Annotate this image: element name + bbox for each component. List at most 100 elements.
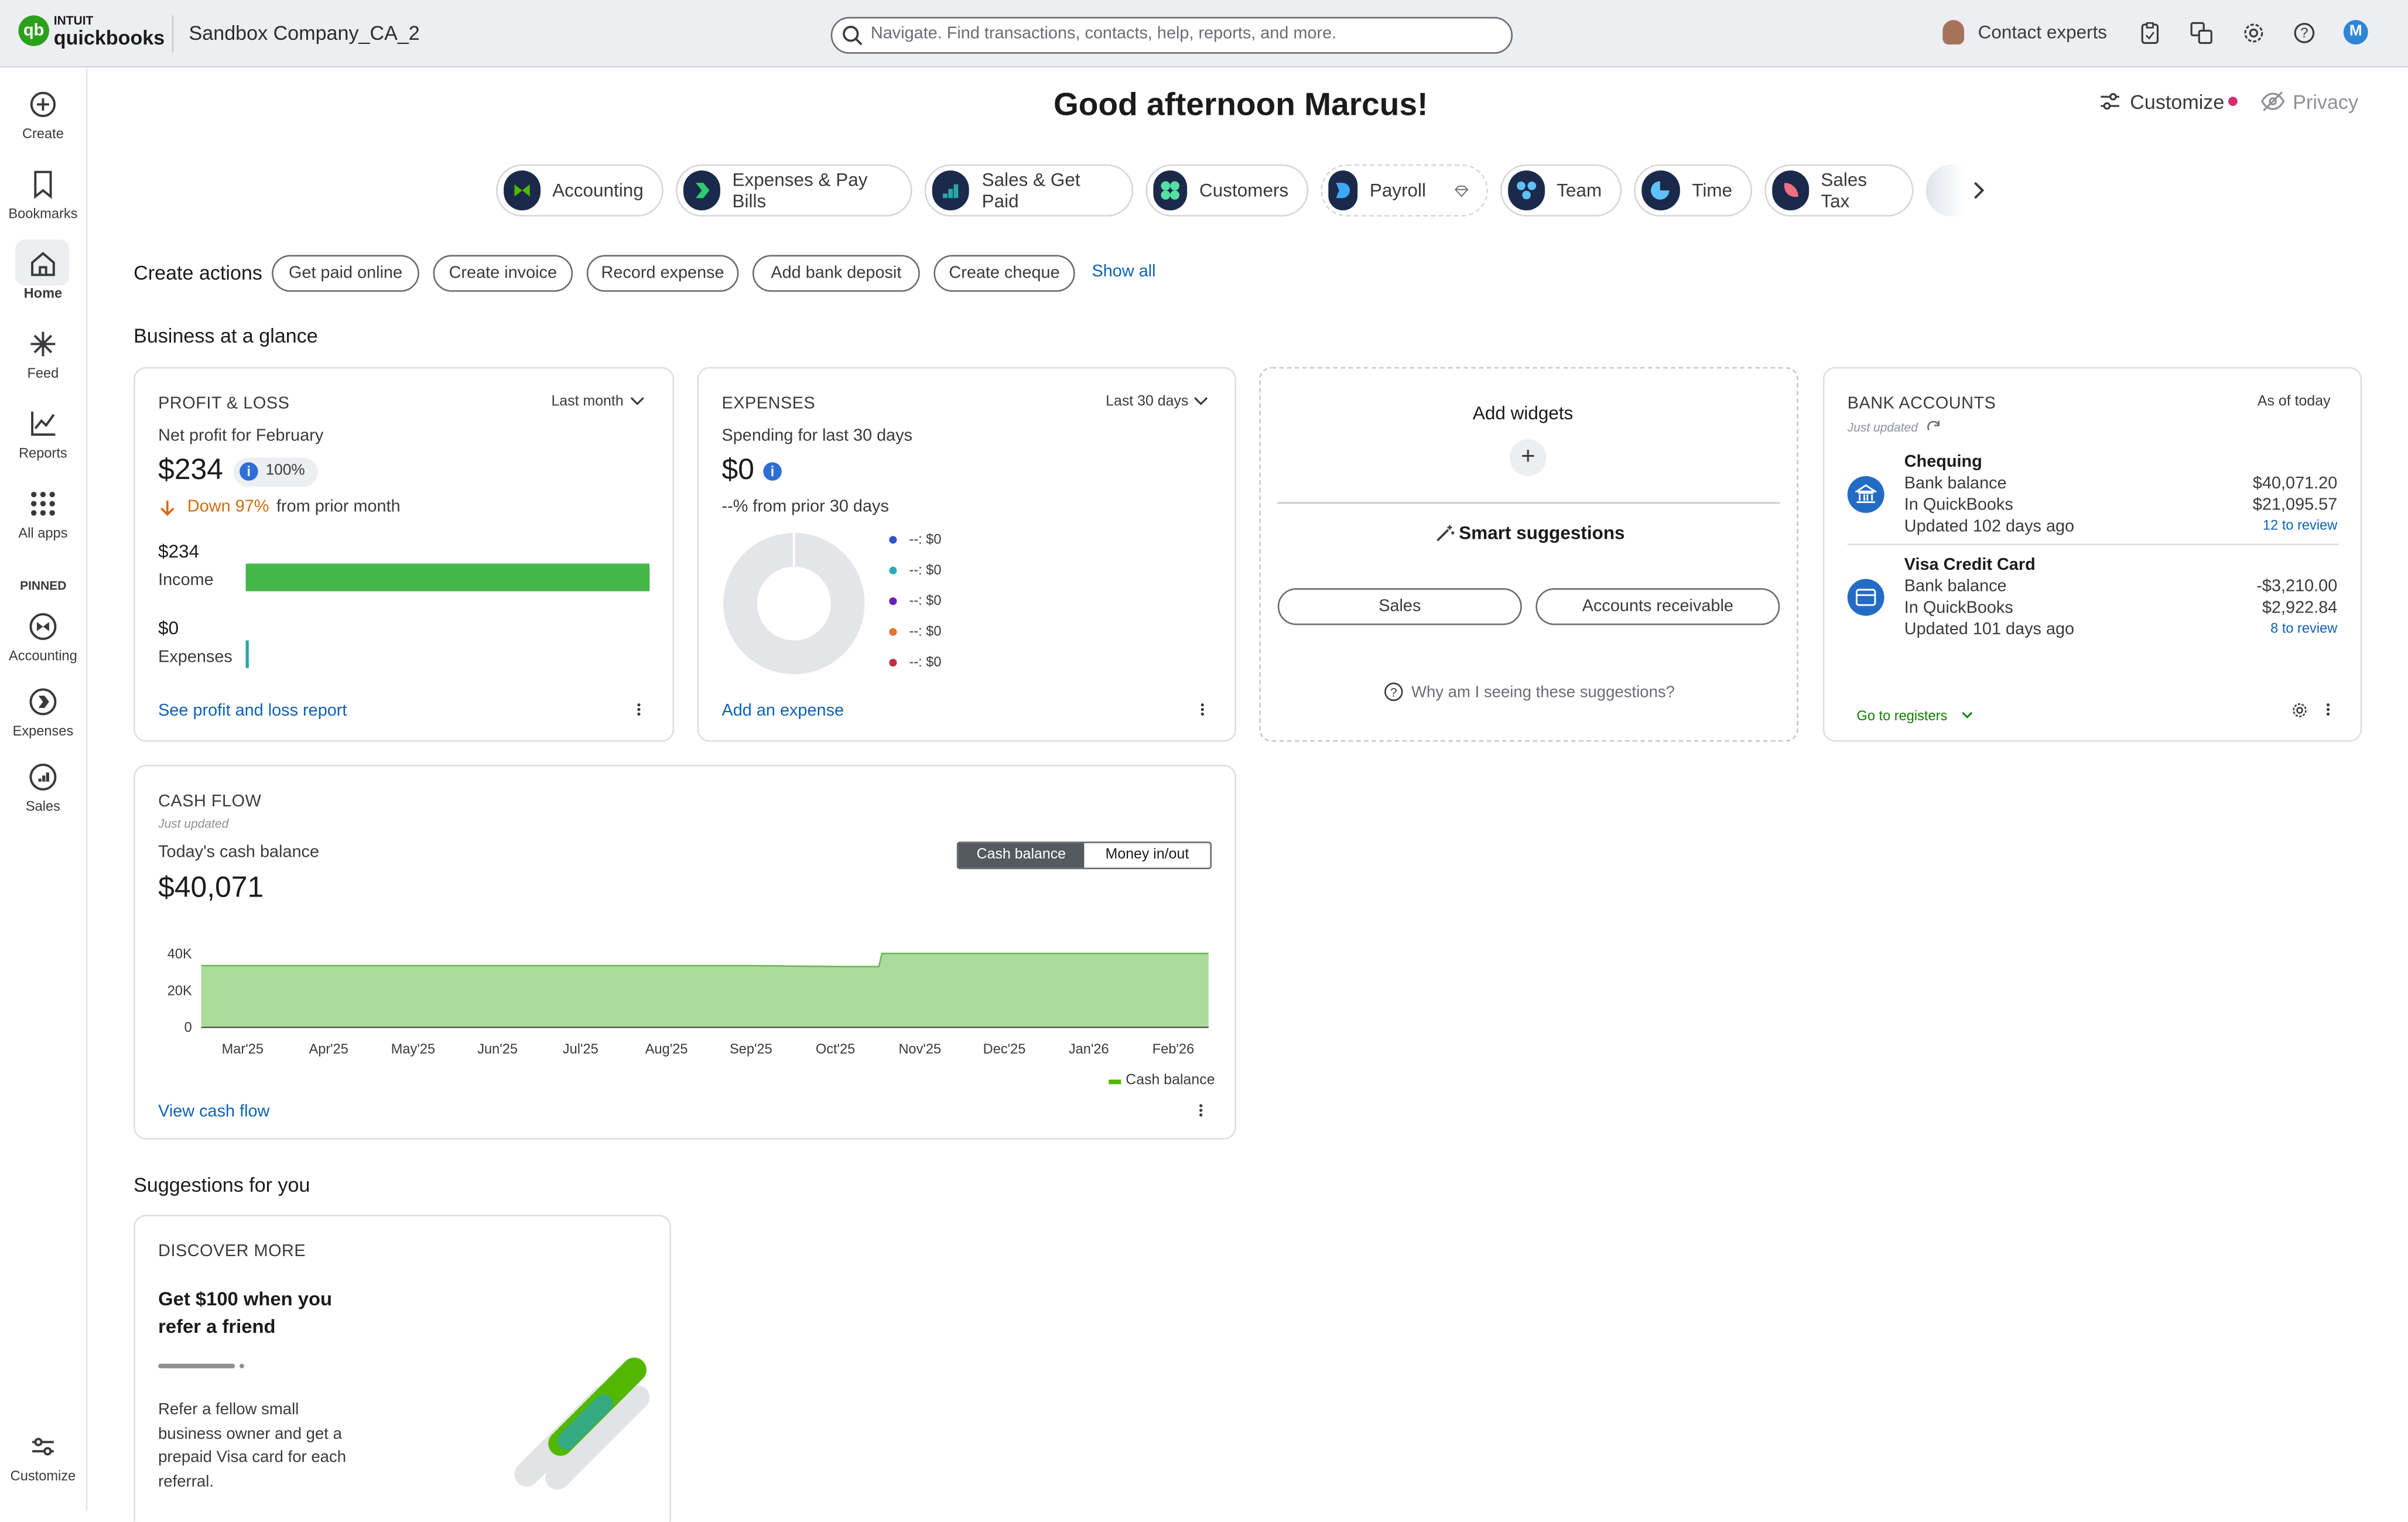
percent-value: 100% — [265, 462, 305, 480]
y-tick-label: 20K — [167, 983, 192, 998]
sidebar-item-bookmarks[interactable]: Bookmarks — [0, 169, 86, 221]
expenses-change: --% from prior 30 days — [721, 497, 889, 517]
search-input[interactable]: Navigate. Find transactions, contacts, h… — [871, 25, 1336, 43]
sidebar-item-all-apps[interactable]: All apps — [0, 488, 86, 541]
change-suffix: from prior month — [276, 497, 401, 517]
help-icon[interactable]: ? — [2293, 22, 2315, 45]
info-icon[interactable]: i — [763, 462, 782, 481]
chevron-down-icon[interactable] — [630, 395, 645, 407]
view-cash-flow-link[interactable]: View cash flow — [158, 1103, 269, 1121]
more-options-icon[interactable] — [2325, 702, 2331, 717]
app-team[interactable]: Team — [1500, 164, 1622, 217]
app-payroll[interactable]: Payroll — [1321, 164, 1489, 217]
sidebar-item-expenses[interactable]: Expenses — [0, 686, 86, 738]
get-paid-online-button[interactable]: Get paid online — [272, 255, 419, 292]
apps-switch-icon[interactable] — [2190, 22, 2213, 45]
app-customers[interactable]: Customers — [1145, 164, 1309, 217]
search-icon — [843, 26, 863, 46]
app-accounting[interactable]: Accounting — [496, 164, 663, 217]
create-cheque-button[interactable]: Create cheque — [933, 255, 1075, 292]
legend-label: --: $0 — [909, 531, 942, 547]
customize-sliders-icon[interactable] — [2099, 91, 2121, 112]
eye-off-icon[interactable] — [2260, 91, 2285, 112]
add-widgets-title: Add widgets — [1472, 402, 1574, 424]
legend-item: --: $0 — [889, 593, 942, 611]
quickbooks-logo[interactable]: qb — [18, 15, 49, 46]
sidebar-item-customize[interactable]: Customize — [0, 1431, 86, 1483]
suggestion-sales-button[interactable]: Sales — [1277, 588, 1522, 625]
logo-quickbooks: quickbooks — [53, 26, 165, 49]
more-options-icon[interactable] — [1199, 702, 1205, 717]
x-tick-label: Aug'25 — [645, 1042, 688, 1057]
credit-card-icon — [1847, 579, 1884, 616]
money-in-out-toggle[interactable]: Money in/out — [1084, 843, 1210, 868]
sales-icon — [29, 763, 57, 791]
period-dropdown[interactable]: Last month — [551, 393, 623, 410]
more-options-icon[interactable] — [636, 702, 642, 717]
gear-icon[interactable] — [2291, 702, 2308, 719]
sidebar-item-home[interactable]: Home — [0, 249, 86, 301]
chevron-down-icon[interactable] — [1961, 710, 1973, 720]
review-link[interactable]: 12 to review — [2263, 518, 2337, 533]
diamond-icon — [1453, 184, 1468, 197]
sidebar-item-accounting[interactable]: Accounting — [0, 611, 86, 663]
x-tick-label: Mar'25 — [222, 1042, 264, 1057]
see-profit-loss-link[interactable]: See profit and loss report — [158, 702, 347, 720]
page-title: Good afternoon Marcus! — [1053, 87, 1428, 123]
sidebar-item-feed[interactable]: Feed — [0, 329, 86, 381]
add-expense-link[interactable]: Add an expense — [722, 702, 844, 720]
clipboard-icon[interactable] — [2139, 22, 2161, 45]
record-expense-button[interactable]: Record expense — [586, 255, 739, 292]
go-to-registers-link[interactable]: Go to registers — [1856, 708, 1947, 723]
search-bar[interactable]: Navigate. Find transactions, contacts, h… — [830, 16, 1513, 54]
why-suggestions-link[interactable]: Why am I seeing these suggestions? — [1411, 683, 1675, 702]
sidebar-item-label: Sales — [25, 798, 60, 814]
app-sales-tax[interactable]: Sales Tax — [1764, 164, 1914, 217]
qb-balance-value: $2,922.84 — [2262, 598, 2338, 618]
gear-icon[interactable] — [2242, 22, 2265, 45]
suggestion-body: Refer a fellow small business owner and … — [158, 1400, 347, 1491]
x-tick-label: Feb'26 — [1152, 1042, 1194, 1057]
add-bank-deposit-button[interactable]: Add bank deposit — [752, 255, 920, 292]
section-title-glance: Business at a glance — [134, 324, 318, 347]
customize-link[interactable]: Customize — [2130, 91, 2224, 114]
account-name[interactable]: Visa Credit Card — [1904, 556, 2036, 574]
more-options-icon[interactable] — [1198, 1103, 1203, 1118]
show-all-link[interactable]: Show all — [1092, 262, 1156, 281]
period-dropdown[interactable]: Last 30 days — [1106, 393, 1188, 410]
app-label: Sales Tax — [1821, 169, 1867, 212]
sidebar-item-create[interactable]: Create — [0, 89, 86, 141]
avatar[interactable]: M — [2343, 20, 2368, 45]
add-widget-button[interactable]: + — [1509, 439, 1547, 476]
contact-experts-link[interactable]: Contact experts — [1978, 22, 2107, 43]
updated-days: Updated 101 days ago — [1904, 620, 2075, 639]
app-expenses[interactable]: Expenses & Pay Bills — [675, 164, 912, 217]
cash-balance-toggle[interactable]: Cash balance — [958, 843, 1085, 868]
privacy-toggle[interactable]: Privacy — [2293, 91, 2358, 114]
create-invoice-button[interactable]: Create invoice — [433, 255, 573, 292]
discover-more-card[interactable]: DISCOVER MORE Get $100 when you refer a … — [134, 1215, 671, 1522]
sidebar-item-reports[interactable]: Reports — [0, 409, 86, 461]
review-link[interactable]: 8 to review — [2270, 620, 2337, 635]
app-sales[interactable]: Sales & Get Paid — [924, 164, 1134, 217]
suggestion-ar-button[interactable]: Accounts receivable — [1535, 588, 1780, 625]
bank-balance-label: Bank balance — [1904, 474, 2007, 493]
legend-dot — [889, 536, 897, 544]
company-name[interactable]: Sandbox Company_CA_2 — [189, 22, 420, 45]
app-time[interactable]: Time — [1634, 164, 1753, 217]
income-amount: $234 — [158, 541, 200, 562]
legend-dot — [889, 628, 897, 637]
sidebar: Create Bookmarks Home Feed Reports All a… — [0, 67, 88, 1511]
line-chart-icon — [31, 411, 56, 436]
refresh-icon[interactable] — [1925, 419, 1941, 435]
sidebar-item-sales[interactable]: Sales — [0, 762, 86, 814]
chevron-down-icon[interactable] — [1193, 395, 1209, 407]
sidebar-item-label: Home — [23, 285, 63, 301]
x-tick-label: Nov'25 — [898, 1042, 941, 1057]
accounting-icon — [29, 613, 57, 640]
account-name[interactable]: Chequing — [1904, 453, 1982, 471]
x-tick-label: Oct'25 — [816, 1042, 855, 1057]
sidebar-item-label: Create — [22, 126, 64, 142]
chevron-right-icon[interactable] — [1969, 180, 1987, 201]
info-icon: i — [240, 462, 258, 481]
